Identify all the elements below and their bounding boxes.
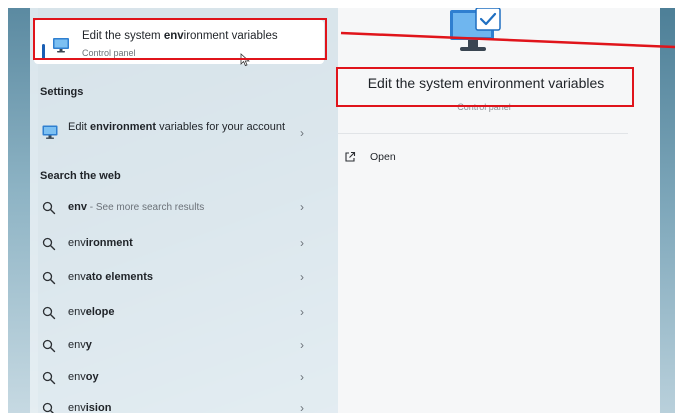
web-result-row[interactable]: envy › bbox=[34, 332, 324, 360]
chevron-right-icon: › bbox=[300, 200, 304, 214]
web-result-label: environment bbox=[68, 237, 133, 249]
settings-result-env-account[interactable]: Edit environment variables for your acco… bbox=[34, 116, 324, 154]
chevron-right-icon: › bbox=[300, 126, 304, 140]
annotation-box-detail-title bbox=[336, 67, 634, 107]
settings-result-label: Edit environment variables for your acco… bbox=[68, 121, 286, 133]
open-external-icon bbox=[345, 151, 356, 162]
open-button[interactable]: Open bbox=[338, 148, 438, 168]
search-icon bbox=[42, 201, 56, 215]
search-icon bbox=[42, 271, 56, 285]
monitor-icon bbox=[450, 8, 501, 51]
web-result-row[interactable]: envato elements › bbox=[34, 264, 324, 292]
section-search-web: Search the web bbox=[40, 170, 121, 182]
search-icon bbox=[42, 402, 54, 413]
web-result-label: envy bbox=[68, 339, 92, 351]
web-result-label: envato elements bbox=[68, 271, 153, 283]
web-result-label: env - See more search results bbox=[68, 201, 205, 213]
web-result-row[interactable]: envision › bbox=[34, 395, 324, 413]
search-icon bbox=[42, 237, 56, 251]
chevron-right-icon: › bbox=[300, 270, 304, 284]
web-result-row[interactable]: env - See more search results › bbox=[34, 194, 324, 222]
chevron-right-icon: › bbox=[300, 401, 304, 413]
web-result-row[interactable]: envelope › bbox=[34, 299, 324, 327]
search-icon bbox=[42, 306, 56, 320]
web-result-label: envision bbox=[68, 402, 112, 413]
divider bbox=[338, 133, 628, 134]
web-result-row[interactable]: environment › bbox=[34, 230, 324, 258]
annotation-box-best-match bbox=[33, 18, 327, 60]
search-icon bbox=[42, 339, 56, 353]
section-settings: Settings bbox=[40, 86, 84, 98]
web-result-row[interactable]: envoy › bbox=[34, 364, 324, 392]
chevron-right-icon: › bbox=[300, 338, 304, 352]
web-result-label: envoy bbox=[68, 371, 99, 383]
chevron-right-icon: › bbox=[300, 305, 304, 319]
chevron-right-icon: › bbox=[300, 370, 304, 384]
web-result-label: envelope bbox=[68, 306, 115, 318]
open-label: Open bbox=[370, 151, 396, 163]
monitor-icon bbox=[42, 125, 58, 139]
chevron-right-icon: › bbox=[300, 236, 304, 250]
search-icon bbox=[42, 371, 56, 385]
